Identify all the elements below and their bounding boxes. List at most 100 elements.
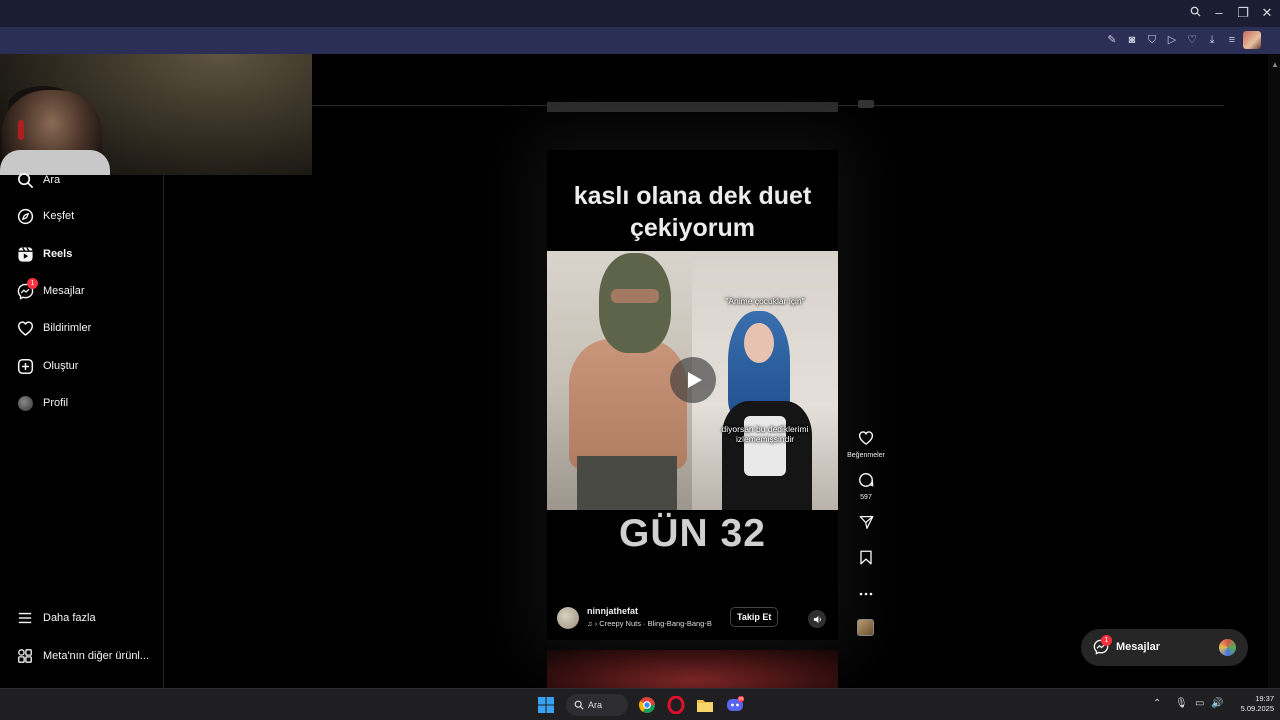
close-icon[interactable]: ✕ xyxy=(1257,4,1277,22)
messages-pill-label: Mesajlar xyxy=(1116,641,1161,653)
page-scrollbar[interactable]: ▲ xyxy=(1268,54,1280,688)
download-icon[interactable]: ⤓ xyxy=(1205,33,1219,47)
clock-time: 19:37 xyxy=(1255,694,1274,703)
sidebar-item-more[interactable]: Daha fazla xyxy=(16,606,96,630)
sidebar-item-label: Meta'nın diğer ürünl... xyxy=(43,650,150,662)
sidebar-item-label: Bildirimler xyxy=(43,322,92,334)
scroll-up-icon[interactable]: ▲ xyxy=(1271,60,1279,69)
mute-button[interactable] xyxy=(808,610,826,628)
chrome-icon[interactable] xyxy=(638,696,656,714)
save-action[interactable] xyxy=(846,550,886,570)
sidebar-item-create[interactable]: Oluştur xyxy=(16,354,78,378)
sidebar-item-profile[interactable]: Profil xyxy=(16,391,68,415)
play-icon xyxy=(687,372,702,388)
messenger-icon: 1 xyxy=(16,278,38,300)
heart-icon[interactable]: ♡ xyxy=(1185,33,1199,47)
sidebar-item-meta-products[interactable]: Meta'nın diğer ürünl... xyxy=(16,644,149,668)
browser-address-bar: ✎ ◙ ⛉ ▷ ♡ ⤓ ≡ xyxy=(0,27,1280,54)
taskbar-clock[interactable]: 19:37 5.09.2025 xyxy=(1228,694,1274,714)
previous-reel-audio-thumb[interactable] xyxy=(858,100,874,108)
reels-icon xyxy=(16,245,34,263)
taskbar: Ara 99 ⌃ 🎙 ▭ 🔊 19:37 5.09.2025 xyxy=(0,688,1280,720)
search-icon xyxy=(16,171,34,189)
network-icon[interactable]: ▭ xyxy=(1195,698,1204,709)
video-text-bottom: diyorsan bu dediklerimi izlememişsindir xyxy=(721,424,809,444)
svg-text:99: 99 xyxy=(738,697,744,702)
menu-icon[interactable]: ≡ xyxy=(1225,33,1239,47)
more-options-action[interactable] xyxy=(846,584,886,602)
search-icon xyxy=(574,700,584,710)
minimize-icon[interactable]: – xyxy=(1209,4,1229,22)
sidebar-item-label: Profil xyxy=(43,397,69,409)
messages-pill-badge: 1 xyxy=(1101,635,1112,646)
camera-icon[interactable]: ◙ xyxy=(1125,33,1139,47)
reel-player[interactable]: kaslı olana dek duet çekiyorum "Anime ço… xyxy=(547,150,838,640)
music-track[interactable]: ♫ › Creepy Nuts · Bling-Bang-Bang-B xyxy=(587,619,712,628)
sidebar-item-label: Keşfet xyxy=(43,210,75,222)
more-icon xyxy=(859,592,873,596)
menu-icon xyxy=(16,609,34,627)
reel-video[interactable]: "Anime çocuklar için" diyorsan bu dedikl… xyxy=(547,251,838,510)
webcam-headset xyxy=(18,120,24,140)
file-explorer-icon[interactable] xyxy=(696,696,714,714)
audio-thumbnail[interactable] xyxy=(857,619,874,636)
microphone-icon[interactable]: 🎙 xyxy=(1175,698,1188,709)
taskbar-search-label: Ara xyxy=(588,700,603,710)
messages-badge: 1 xyxy=(27,278,38,289)
play-button[interactable] xyxy=(670,357,716,403)
volume-icon[interactable]: 🔊 xyxy=(1211,698,1223,709)
author-avatar[interactable] xyxy=(557,607,579,629)
comment-action[interactable]: 597 xyxy=(846,472,886,501)
shield-icon[interactable]: ⛉ xyxy=(1145,33,1159,47)
sidebar-item-label: Daha fazla xyxy=(43,612,96,624)
author-name[interactable]: ninnjathefat xyxy=(587,606,638,616)
play-icon[interactable]: ▷ xyxy=(1165,33,1179,47)
sidebar-item-search[interactable]: Ara xyxy=(16,168,60,192)
previous-reel[interactable] xyxy=(547,102,838,112)
comment-count: 597 xyxy=(860,494,872,501)
browser-profile-avatar[interactable] xyxy=(1243,31,1261,49)
reel-day-label: GÜN 32 xyxy=(619,512,766,555)
sidebar-item-reels[interactable]: Reels xyxy=(16,242,72,266)
plus-square-icon xyxy=(16,357,34,375)
speaker-icon xyxy=(813,615,821,623)
sidebar-item-label: Mesajlar xyxy=(43,285,85,297)
share-action[interactable] xyxy=(846,515,886,535)
maximize-icon[interactable]: ❐ xyxy=(1233,4,1253,22)
edit-icon[interactable]: ✎ xyxy=(1105,33,1119,47)
discord-icon[interactable]: 99 xyxy=(726,696,744,714)
heart-icon xyxy=(858,431,874,445)
follow-button[interactable]: Takip Et xyxy=(730,607,779,627)
opera-gx-icon[interactable] xyxy=(667,696,685,714)
taskbar-search[interactable]: Ara xyxy=(566,694,628,716)
sidebar-item-explore[interactable]: Keşfet xyxy=(16,204,74,228)
comment-icon xyxy=(859,473,874,487)
avatar xyxy=(16,394,34,412)
sidebar-item-notifications[interactable]: Bildirimler xyxy=(16,316,91,340)
sidebar-item-label: Ara xyxy=(43,174,61,186)
tray-overflow-icon[interactable]: ⌃ xyxy=(1153,698,1161,709)
sidebar-item-label: Oluştur xyxy=(43,360,79,372)
messages-pill[interactable]: 1 Mesajlar xyxy=(1081,629,1248,666)
sidebar: Ara Keşfet Reels 1 Mesajlar Bildirimler … xyxy=(0,172,164,688)
video-text-top: "Anime çocuklar için" xyxy=(725,296,805,306)
reel-caption-line-2: çekiyorum xyxy=(629,214,756,242)
compass-icon xyxy=(16,207,34,225)
clock-date: 5.09.2025 xyxy=(1240,704,1274,713)
send-icon xyxy=(859,516,873,529)
sidebar-item-label: Reels xyxy=(43,248,73,260)
sidebar-item-messages[interactable]: 1 Mesajlar xyxy=(16,278,85,303)
like-label: Beğenmeler xyxy=(847,452,885,459)
browser-titlebar: – ❐ ✕ xyxy=(0,0,1280,27)
browser-search-icon[interactable] xyxy=(1185,4,1205,22)
grid-icon xyxy=(16,647,34,665)
next-reel[interactable] xyxy=(547,650,838,688)
heart-icon xyxy=(16,319,34,337)
messages-pill-avatar xyxy=(1219,639,1236,656)
like-action[interactable]: Beğenmeler xyxy=(846,430,886,459)
reel-caption-line-1: kaslı olana dek duet xyxy=(573,182,812,210)
windows-start-icon[interactable] xyxy=(537,696,555,714)
reel-caption: kaslı olana dek duet çekiyorum xyxy=(547,180,838,244)
reel-footer: ninnjathefat ♫ › Creepy Nuts · Bling-Ban… xyxy=(557,605,832,633)
bookmark-icon xyxy=(860,550,872,565)
